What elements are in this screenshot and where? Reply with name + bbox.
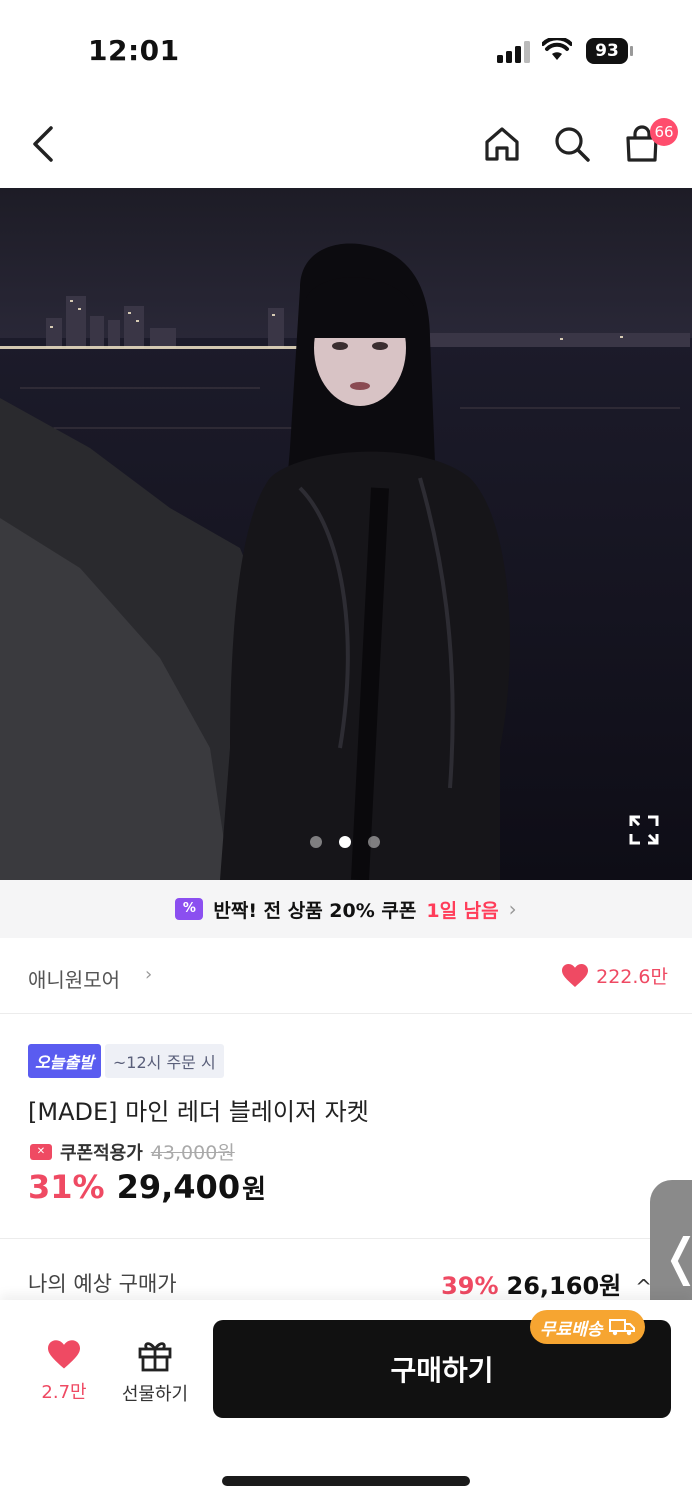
free-shipping-badge: 무료배송: [530, 1310, 645, 1344]
expected-price-values: 39% 26,160원 ^: [441, 1266, 652, 1301]
price-unit: 원: [242, 1175, 266, 1205]
expected-price: 26,160원: [506, 1272, 622, 1300]
order-cutoff-badge: ~12시 주문 시: [104, 1044, 224, 1078]
today-shipping-badge: 오늘출발: [28, 1044, 101, 1078]
product-photo: [0, 188, 692, 880]
wishlist-count: 2.7만: [41, 1382, 87, 1403]
nav-bar: [0, 100, 692, 188]
expected-price-row[interactable]: 나의 예상 구매가 39% 26,160원 ^: [0, 1240, 692, 1302]
gift-label: 선물하기: [121, 1384, 189, 1405]
heart-icon: [562, 963, 589, 987]
coupon-ticket-icon: ✕: [30, 1143, 52, 1160]
status-bar: 12:01 93: [0, 0, 692, 100]
signal-icon: [497, 41, 530, 63]
divider: [0, 1238, 692, 1239]
gift-button[interactable]: 선물하기: [112, 1338, 198, 1406]
free-shipping-label: 무료배송: [540, 1319, 603, 1340]
chevron-right-icon: ›: [508, 897, 517, 921]
expected-discount: 39%: [441, 1272, 499, 1300]
cart-count-badge: 66: [650, 118, 678, 146]
brand-row: 애니원모어 › 222.6만: [0, 938, 692, 1014]
home-icon: [485, 127, 519, 161]
product-info: 오늘출발 ~12시 주문 시 [MADE] 마인 레더 블레이저 자켓 ✕ 쿠폰…: [0, 1014, 692, 1238]
brand-like-button[interactable]: 222.6만: [562, 962, 668, 989]
home-indicator: [222, 1476, 470, 1486]
coupon-icon: %: [175, 898, 204, 920]
original-price: 43,000원: [150, 1142, 235, 1164]
gift-icon: [138, 1342, 172, 1372]
coupon-applied-label: 쿠폰적용가: [60, 1142, 143, 1164]
home-button[interactable]: [478, 100, 526, 188]
wifi-icon: [542, 38, 572, 60]
chevron-right-icon: ›: [145, 964, 153, 985]
expand-icon[interactable]: [628, 814, 660, 846]
coupon-banner-text: 반짝! 전 상품 20% 쿠폰: [213, 899, 417, 922]
status-time: 12:01: [88, 34, 180, 67]
brand-name[interactable]: 애니원모어: [28, 964, 120, 993]
wishlist-button[interactable]: 2.7만: [32, 1340, 96, 1404]
price-row: 31% 29,400 원: [28, 1168, 266, 1206]
gallery-dot-active[interactable]: [339, 836, 351, 848]
heart-icon: [48, 1340, 80, 1369]
brand-like-count: 222.6만: [596, 966, 668, 988]
gallery-dot[interactable]: [310, 836, 322, 848]
product-image[interactable]: [0, 188, 692, 880]
search-icon: [555, 127, 590, 162]
back-button[interactable]: [18, 100, 66, 188]
gallery-pagination: [310, 836, 380, 848]
search-button[interactable]: [548, 100, 596, 188]
product-title: [MADE] 마인 레더 블레이저 자켓: [28, 1098, 369, 1126]
chevron-left-icon: [33, 126, 53, 162]
sale-price: 29,400: [116, 1168, 241, 1206]
expected-price-label: 나의 예상 구매가: [28, 1272, 177, 1296]
delivery-tags: 오늘출발 ~12시 주문 시: [28, 1044, 224, 1078]
battery-level: 93: [586, 38, 628, 64]
battery-icon: 93: [586, 38, 634, 64]
truck-icon: [608, 1319, 635, 1336]
coupon-banner[interactable]: % 반짝! 전 상품 20% 쿠폰 1일 남음 ›: [0, 880, 692, 938]
chevron-left-icon: ❬: [660, 1228, 692, 1286]
coupon-remaining: 1일 남음: [426, 899, 499, 922]
gallery-dot[interactable]: [368, 836, 380, 848]
coupon-price-row: ✕ 쿠폰적용가 43,000원: [30, 1138, 235, 1165]
discount-rate: 31%: [28, 1168, 105, 1206]
